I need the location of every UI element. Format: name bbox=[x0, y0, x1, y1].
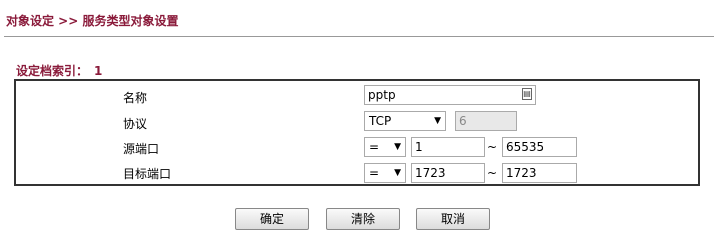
protocol-number-input: 6 bbox=[455, 111, 517, 131]
source-port-operator-value: = bbox=[369, 140, 380, 154]
clear-button[interactable]: 清除 bbox=[326, 208, 400, 230]
name-label: 名称 bbox=[123, 91, 148, 105]
breadcrumb: 对象设定 >> 服务类型对象设置 bbox=[6, 14, 179, 28]
ok-button[interactable]: 确定 bbox=[235, 208, 309, 230]
picker-icon[interactable]: ▤ bbox=[522, 88, 532, 100]
dest-port-label: 目标端口 bbox=[123, 167, 172, 181]
chevron-down-icon: ▼ bbox=[394, 168, 401, 178]
header-divider bbox=[4, 36, 714, 37]
profile-index-label: 设定档索引： bbox=[16, 64, 89, 78]
source-port-start-input[interactable]: 1 bbox=[411, 137, 485, 157]
chevron-down-icon: ▼ bbox=[394, 142, 401, 152]
dest-port-end-input[interactable]: 1723 bbox=[502, 163, 577, 183]
source-port-label: 源端口 bbox=[123, 142, 160, 156]
name-input[interactable]: pptp ▤ bbox=[364, 85, 536, 105]
settings-panel bbox=[14, 79, 700, 186]
chevron-down-icon: ▼ bbox=[434, 116, 441, 126]
dest-port-operator-select[interactable]: = ▼ bbox=[364, 163, 406, 183]
protocol-label: 协议 bbox=[123, 117, 148, 131]
source-port-end-input[interactable]: 65535 bbox=[502, 137, 577, 157]
source-port-operator-select[interactable]: = ▼ bbox=[364, 137, 406, 157]
dest-port-operator-value: = bbox=[369, 166, 380, 180]
protocol-select-value: TCP bbox=[369, 114, 392, 128]
cancel-button[interactable]: 取消 bbox=[416, 208, 490, 230]
profile-index-value: 1 bbox=[94, 64, 103, 78]
protocol-select[interactable]: TCP ▼ bbox=[364, 111, 446, 131]
profile-index-title: 设定档索引： 1 bbox=[16, 62, 102, 79]
name-input-value: pptp bbox=[368, 88, 396, 102]
dest-port-range-separator: ~ bbox=[487, 166, 498, 180]
source-port-range-separator: ~ bbox=[487, 140, 498, 154]
dest-port-start-input[interactable]: 1723 bbox=[411, 163, 485, 183]
